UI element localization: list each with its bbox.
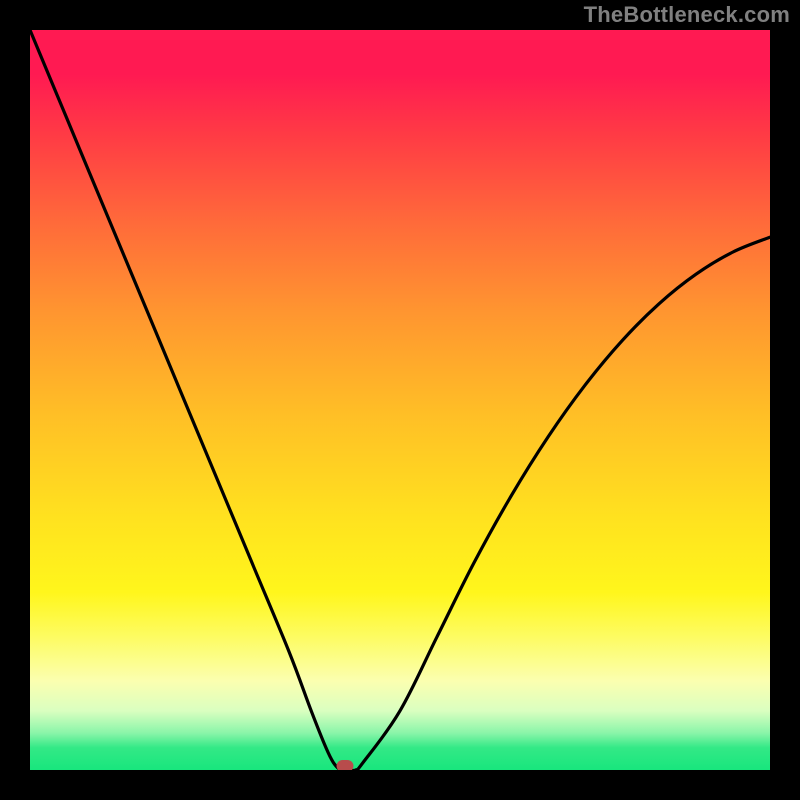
curve-svg [30,30,770,770]
plot-area [30,30,770,770]
chart-frame: TheBottleneck.com [0,0,800,800]
optimum-marker [336,760,353,770]
bottleneck-curve [30,30,770,770]
watermark-label: TheBottleneck.com [584,2,790,28]
